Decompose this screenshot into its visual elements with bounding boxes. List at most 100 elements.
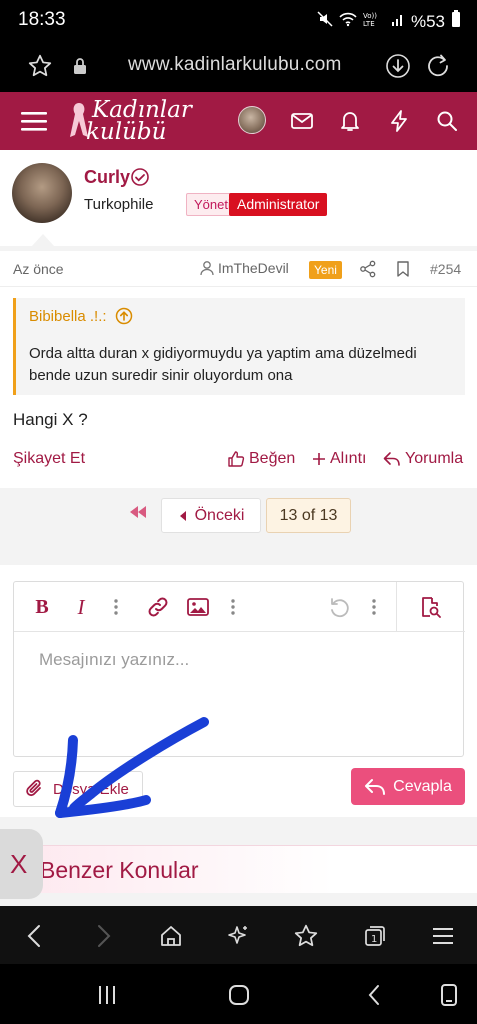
quote-block: Bibibella .!.: Orda altta duran x gidiyo… <box>13 298 465 395</box>
reply-link[interactable]: Yorumla <box>383 450 463 468</box>
caret-left-icon <box>179 510 186 521</box>
thread-content: Curly Turkophile Yönetici Administrator … <box>0 150 477 906</box>
current-page[interactable]: 13 of 13 <box>266 498 351 533</box>
attach-file-label: Dosya Ekle <box>53 780 129 798</box>
arrow-up-circle-icon[interactable] <box>115 307 133 325</box>
url-text[interactable]: www.kadinlarkulubu.com <box>128 54 342 76</box>
lock-icon <box>66 52 94 80</box>
system-navigation-bar <box>0 964 477 1024</box>
post: Az önce ImTheDevil Yeni #254 Bibibella .… <box>0 251 477 488</box>
star-icon[interactable] <box>26 52 54 80</box>
more-text-icon[interactable] <box>104 595 128 619</box>
inbox-icon[interactable] <box>288 107 316 135</box>
like-label: Beğen <box>249 450 296 467</box>
sparkle-icon[interactable] <box>225 922 253 950</box>
hamburger-menu-icon[interactable] <box>429 922 457 950</box>
post-user-card: Curly Turkophile Yönetici Administrator <box>0 150 477 246</box>
reply-label: Yorumla <box>405 450 464 467</box>
download-icon[interactable] <box>384 52 412 80</box>
battery-icon <box>451 10 461 33</box>
bookmark-icon[interactable] <box>395 260 411 283</box>
bold-button[interactable]: B <box>30 595 54 619</box>
new-badge: Yeni <box>309 261 342 279</box>
status-icons: Vo)) LTE %53 <box>317 10 461 33</box>
undo-icon[interactable] <box>327 595 351 619</box>
account-avatar[interactable] <box>238 106 266 134</box>
forward-icon[interactable] <box>90 922 118 950</box>
link-icon[interactable] <box>146 595 170 619</box>
like-button[interactable]: Beğen <box>227 450 295 468</box>
browser-toolbar: 1 <box>0 906 477 964</box>
thumbs-up-icon <box>228 451 245 467</box>
submit-reply-button[interactable]: Cevapla <box>351 768 465 805</box>
more-insert-icon[interactable] <box>221 595 245 619</box>
lte-icon: Vo)) LTE <box>363 11 385 32</box>
image-icon[interactable] <box>186 595 210 619</box>
reply-area: B I Mesajınızı yazınız... Dosya Ekle Cev… <box>0 565 477 817</box>
system-back-icon[interactable] <box>360 981 388 1009</box>
reply-icon <box>383 452 400 466</box>
admin-badge: Administrator <box>229 193 328 216</box>
bolt-icon[interactable] <box>385 107 413 135</box>
home-icon[interactable] <box>157 922 185 950</box>
quote-button[interactable]: Alıntı <box>312 450 366 468</box>
user-icon <box>200 261 214 276</box>
verified-icon <box>130 167 150 192</box>
home-button-icon[interactable] <box>225 981 253 1009</box>
quote-author[interactable]: Bibibella .!.: <box>29 307 133 325</box>
quote-author-name: Bibibella .!.: <box>29 307 107 325</box>
logo-line2: kulübü <box>86 119 167 145</box>
pagination: Önceki 13 of 13 <box>0 495 477 535</box>
browser-url-bar: www.kadinlarkulubu.com <box>0 40 477 92</box>
recent-apps-icon[interactable] <box>93 981 121 1009</box>
message-editor[interactable]: B I Mesajınızı yazınız... <box>13 581 465 757</box>
user-avatar[interactable] <box>12 163 72 223</box>
editor-toolbar: B I <box>14 582 465 632</box>
preview-icon[interactable] <box>418 595 442 619</box>
report-label: Şikayet Et <box>13 450 86 467</box>
plus-icon <box>313 453 325 465</box>
post-time[interactable]: Az önce <box>13 261 64 277</box>
bell-icon[interactable] <box>336 107 364 135</box>
back-icon[interactable] <box>20 922 48 950</box>
post-author[interactable]: ImTheDevil <box>199 260 289 276</box>
close-floating-button[interactable]: X <box>0 829 43 899</box>
quote-label: Alıntı <box>330 450 367 467</box>
report-link[interactable]: Şikayet Et <box>13 450 85 468</box>
post-author-name: ImTheDevil <box>218 260 289 276</box>
battery-text: %53 <box>410 11 445 31</box>
search-icon[interactable] <box>433 107 461 135</box>
user-card-pointer <box>32 234 54 246</box>
reload-icon[interactable] <box>424 52 452 80</box>
tabs-icon[interactable]: 1 <box>361 922 389 950</box>
wifi-icon <box>339 11 357 32</box>
svg-text:1: 1 <box>371 934 377 945</box>
post-number[interactable]: #254 <box>430 261 461 277</box>
toolbar-separator <box>396 582 397 632</box>
keyboard-toggle-icon[interactable] <box>435 981 463 1009</box>
user-title: Turkophile <box>84 196 154 213</box>
post-body: Hangi X ? <box>13 410 88 429</box>
reply-arrow-icon <box>365 778 386 795</box>
similar-threads-title: Benzer Konular <box>40 857 199 883</box>
more-options-icon[interactable] <box>362 595 386 619</box>
menu-icon[interactable] <box>20 107 48 135</box>
italic-button[interactable]: I <box>69 595 93 619</box>
quote-text: Orda altta duran x gidiyormuydu ya yapti… <box>29 345 417 384</box>
svg-text:LTE: LTE <box>363 20 375 27</box>
post-meta: Az önce ImTheDevil Yeni #254 <box>0 251 477 287</box>
site-logo[interactable]: Kadınlar kulübü <box>66 95 196 147</box>
message-placeholder: Mesajınızı yazınız... <box>39 650 190 669</box>
first-page-icon[interactable] <box>128 504 148 525</box>
user-name[interactable]: Curly <box>84 167 130 188</box>
share-icon[interactable] <box>359 260 377 283</box>
status-time: 18:33 <box>18 9 66 30</box>
submit-reply-label: Cevapla <box>393 777 452 795</box>
similar-threads-banner: Benzer Konular <box>0 845 477 893</box>
prev-page-button[interactable]: Önceki <box>161 498 261 533</box>
status-bar: 18:33 Vo)) LTE %53 <box>0 0 477 40</box>
post-actions: Şikayet Et Beğen Alıntı Yorumla <box>0 450 477 488</box>
bookmarks-icon[interactable] <box>292 922 320 950</box>
attach-file-button[interactable]: Dosya Ekle <box>13 771 143 807</box>
signal-icon <box>391 12 405 32</box>
